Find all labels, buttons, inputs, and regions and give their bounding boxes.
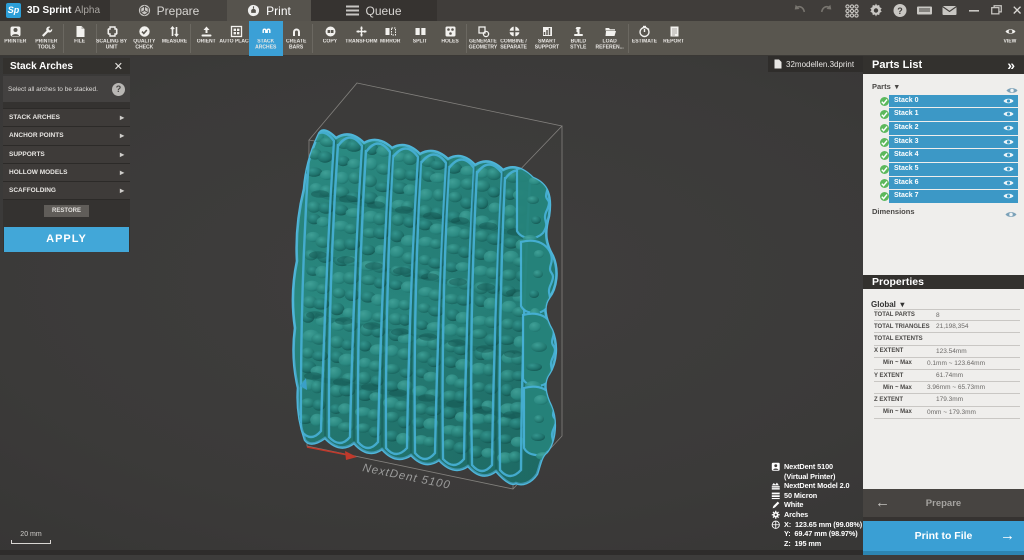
svg-text:?: ?: [897, 6, 903, 16]
